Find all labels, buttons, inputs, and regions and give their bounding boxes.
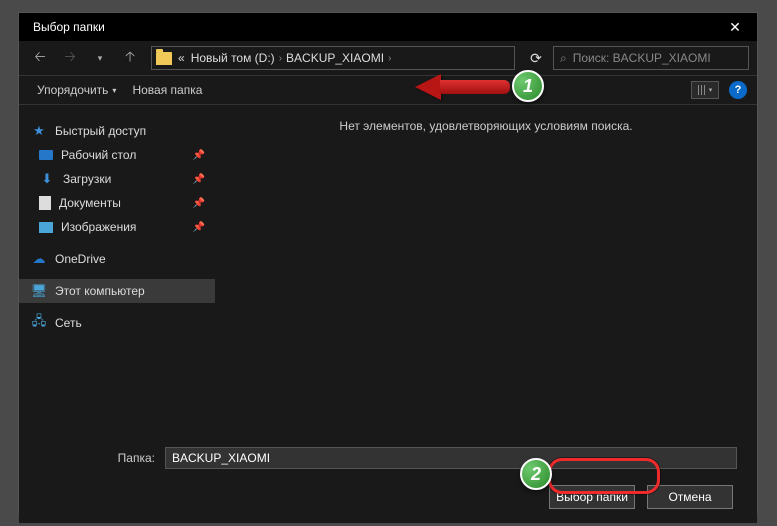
pin-icon: 📌 xyxy=(193,150,205,161)
sidebar-item-documents[interactable]: Документы 📌 xyxy=(19,191,215,215)
organize-button[interactable]: Упорядочить ▾ xyxy=(29,79,124,101)
download-icon: ⬇ xyxy=(39,171,55,187)
forward-button[interactable]: 🡢 xyxy=(57,44,83,72)
close-icon: ✕ xyxy=(729,19,741,36)
close-button[interactable]: ✕ xyxy=(713,13,757,41)
sidebar-item-pictures[interactable]: Изображения 📌 xyxy=(19,215,215,239)
up-button[interactable]: 🡡 xyxy=(117,44,143,72)
refresh-button[interactable]: ⟳ xyxy=(523,44,549,72)
desktop-icon xyxy=(39,150,53,160)
chevron-right-icon: › xyxy=(388,53,391,64)
toolbar: Упорядочить ▾ Новая папка ▾ ? xyxy=(19,75,757,105)
search-input[interactable]: ⌕ Поиск: BACKUP_XIAOMI xyxy=(553,46,749,70)
network-icon: 🖧 xyxy=(31,315,47,331)
monitor-icon: 🖥 xyxy=(31,283,47,299)
recent-dropdown[interactable]: ▾ xyxy=(87,44,113,72)
sidebar-item-onedrive[interactable]: ☁ OneDrive xyxy=(19,247,215,271)
document-icon xyxy=(39,196,51,210)
crumb-drive[interactable]: Новый том (D:) xyxy=(191,51,275,65)
address-bar[interactable]: « Новый том (D:) › BACKUP_XIAOMI › xyxy=(151,46,515,70)
crumb-prefix: « xyxy=(178,51,185,65)
folder-name-input[interactable] xyxy=(165,447,737,469)
cancel-button[interactable]: Отмена xyxy=(647,485,733,509)
chevron-right-icon: › xyxy=(279,53,282,64)
new-folder-button[interactable]: Новая папка xyxy=(124,79,210,101)
sidebar-item-desktop[interactable]: Рабочий стол 📌 xyxy=(19,143,215,167)
titlebar: Выбор папки ✕ xyxy=(19,13,757,41)
search-placeholder: Поиск: BACKUP_XIAOMI xyxy=(573,51,711,65)
search-icon: ⌕ xyxy=(560,51,567,66)
navigation-bar: 🡠 🡢 ▾ 🡡 « Новый том (D:) › BACKUP_XIAOMI… xyxy=(19,41,757,75)
chevron-down-icon: ▾ xyxy=(709,86,713,94)
window-title: Выбор папки xyxy=(19,20,713,34)
body-area: ★ Быстрый доступ Рабочий стол 📌 ⬇ Загруз… xyxy=(19,105,757,435)
annotation-badge-2: 2 xyxy=(520,458,552,490)
cloud-icon: ☁ xyxy=(31,251,47,267)
pin-icon: 📌 xyxy=(193,174,205,185)
pin-icon: 📌 xyxy=(193,222,205,233)
sidebar-item-this-pc[interactable]: 🖥 Этот компьютер xyxy=(19,279,215,303)
back-button[interactable]: 🡠 xyxy=(27,44,53,72)
file-list[interactable]: Нет элементов, удовлетворяющих условиям … xyxy=(215,105,757,435)
annotation-badge-1: 1 xyxy=(512,70,544,102)
help-button[interactable]: ? xyxy=(729,81,747,99)
select-folder-button[interactable]: Выбор папки xyxy=(549,485,635,509)
pin-icon: 📌 xyxy=(193,198,205,209)
view-selector[interactable]: ▾ xyxy=(691,81,719,99)
folder-label: Папка: xyxy=(39,451,165,465)
sidebar-item-downloads[interactable]: ⬇ Загрузки 📌 xyxy=(19,167,215,191)
folder-icon xyxy=(156,52,172,65)
star-icon: ★ xyxy=(31,123,47,139)
empty-message: Нет элементов, удовлетворяющих условиям … xyxy=(339,119,632,133)
pictures-icon xyxy=(39,222,53,233)
sidebar: ★ Быстрый доступ Рабочий стол 📌 ⬇ Загруз… xyxy=(19,105,215,435)
crumb-folder[interactable]: BACKUP_XIAOMI xyxy=(286,51,384,65)
chevron-down-icon: ▾ xyxy=(112,86,116,95)
folder-select-dialog: Выбор папки ✕ 🡠 🡢 ▾ 🡡 « Новый том (D:) ›… xyxy=(18,12,758,514)
sidebar-item-network[interactable]: 🖧 Сеть xyxy=(19,311,215,335)
footer: Папка: Выбор папки Отмена xyxy=(19,435,757,523)
sidebar-item-quick-access[interactable]: ★ Быстрый доступ xyxy=(19,119,215,143)
